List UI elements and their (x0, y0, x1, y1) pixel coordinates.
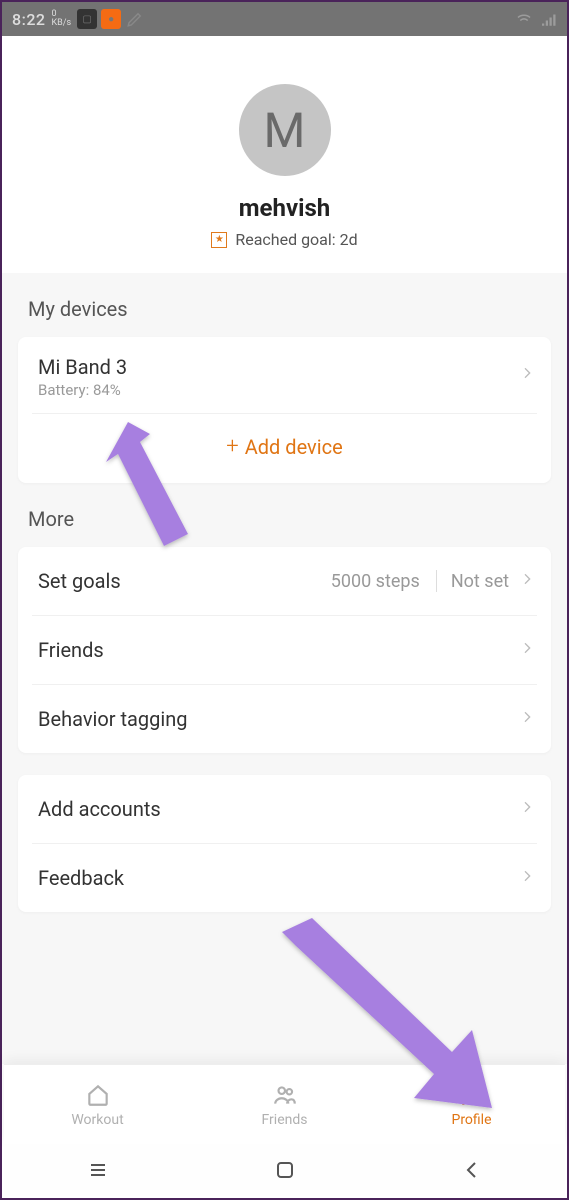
set-goals-steps: 5000 steps (331, 571, 420, 592)
avatar[interactable]: M (239, 84, 331, 176)
add-device-label: Add device (245, 435, 343, 459)
row-feedback[interactable]: Feedback (32, 844, 537, 912)
feedback-label: Feedback (38, 866, 531, 890)
row-add-accounts[interactable]: Add accounts (32, 775, 537, 844)
vertical-divider (436, 570, 437, 592)
status-network-speed: 0 KB/s (52, 10, 72, 28)
nav-workout[interactable]: Workout (4, 1065, 191, 1144)
avatar-initial: M (264, 102, 306, 159)
profile-username: mehvish (2, 194, 567, 222)
chevron-right-icon (519, 571, 535, 591)
chevron-right-icon (519, 365, 535, 385)
behavior-label: Behavior tagging (38, 707, 531, 731)
profile-icon (459, 1082, 485, 1108)
recorder-status-icon: ● (101, 9, 121, 29)
devices-card: Mi Band 3 Battery: 84% + Add device (18, 337, 551, 483)
back-button[interactable] (460, 1158, 484, 1182)
device-row-mi-band[interactable]: Mi Band 3 Battery: 84% (32, 337, 537, 414)
nav-workout-label: Workout (71, 1112, 123, 1128)
wifi-icon (515, 10, 533, 28)
signal-icon (539, 10, 557, 28)
add-accounts-label: Add accounts (38, 797, 531, 821)
section-title-more: More (2, 483, 567, 547)
gallery-status-icon: ▢ (77, 9, 97, 29)
device-name: Mi Band 3 (38, 355, 531, 379)
nav-profile[interactable]: Profile (378, 1065, 565, 1144)
set-goals-weight: Not set (451, 571, 509, 592)
bottom-navigation: Workout Friends Profile (4, 1064, 565, 1144)
friends-icon (272, 1082, 298, 1108)
device-battery: Battery: 84% (38, 381, 531, 399)
edit-status-icon (125, 9, 145, 29)
nav-friends-label: Friends (262, 1112, 308, 1128)
android-status-bar: 8:22 0 KB/s ▢ ● (2, 2, 567, 36)
nav-friends[interactable]: Friends (191, 1065, 378, 1144)
set-goals-label: Set goals (38, 569, 331, 593)
home-button[interactable] (273, 1158, 297, 1182)
status-time: 8:22 (12, 10, 46, 29)
chevron-right-icon (519, 868, 535, 888)
chevron-right-icon (519, 799, 535, 819)
friends-label: Friends (38, 638, 531, 662)
android-system-nav (4, 1144, 565, 1196)
recent-apps-button[interactable] (86, 1158, 110, 1182)
star-icon: ★ (211, 232, 227, 248)
chevron-right-icon (519, 640, 535, 660)
goal-text: Reached goal: 2d (235, 230, 357, 249)
more-card-2: Add accounts Feedback (18, 775, 551, 912)
nav-profile-label: Profile (451, 1112, 491, 1128)
plus-icon: + (226, 434, 238, 459)
goal-row: ★ Reached goal: 2d (2, 230, 567, 249)
home-icon (85, 1082, 111, 1108)
row-behavior-tagging[interactable]: Behavior tagging (32, 685, 537, 753)
add-device-button[interactable]: + Add device (32, 414, 537, 483)
profile-header: M mehvish ★ Reached goal: 2d (2, 36, 567, 273)
section-title-devices: My devices (2, 273, 567, 337)
row-set-goals[interactable]: Set goals 5000 steps Not set (32, 547, 537, 616)
more-card-1: Set goals 5000 steps Not set Friends Beh… (18, 547, 551, 753)
row-friends[interactable]: Friends (32, 616, 537, 685)
app-content: M mehvish ★ Reached goal: 2d My devices … (2, 36, 567, 1064)
chevron-right-icon (519, 709, 535, 729)
